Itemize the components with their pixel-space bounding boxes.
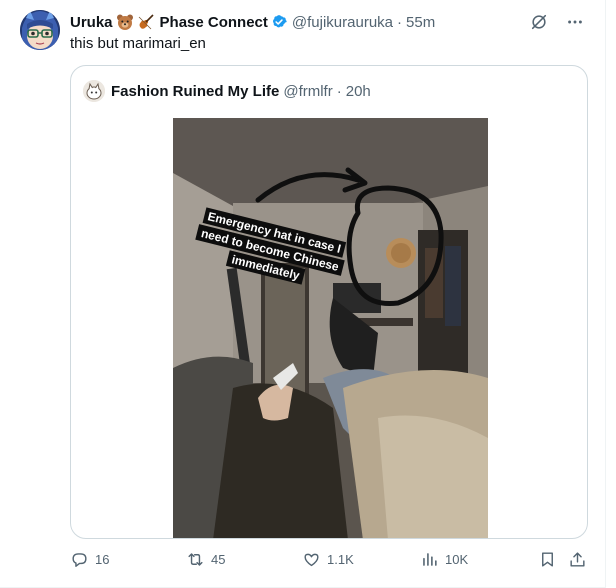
- quoted-avatar[interactable]: [83, 80, 105, 102]
- like-icon: [304, 553, 319, 567]
- grok-icon[interactable]: [527, 10, 551, 34]
- tweet-actions: 16 45 1.1K 10K: [70, 550, 590, 572]
- repost-count: 45: [211, 552, 226, 567]
- reply-count: 16: [95, 552, 110, 567]
- bookmark-button[interactable]: [538, 550, 557, 569]
- views-count: 10K: [445, 552, 469, 567]
- quoted-separator: ·: [336, 82, 342, 100]
- display-name[interactable]: Uruka: [70, 14, 113, 31]
- views-button[interactable]: 10K: [420, 550, 468, 569]
- bookmark-icon: [542, 552, 553, 567]
- tweet-header: Uruka Phase Connect @fujikurauruka · 55m: [70, 12, 435, 32]
- separator: ·: [397, 13, 403, 31]
- repost-icon: [188, 553, 203, 566]
- tweet[interactable]: Uruka Phase Connect @fujikurauruka · 55m…: [0, 0, 606, 588]
- tweet-text: this but marimari_en: [70, 35, 206, 52]
- reply-button[interactable]: 16: [70, 550, 109, 569]
- quoted-tweet[interactable]: Fashion Ruined My Life @frmlfr · 20h Eme…: [70, 65, 588, 539]
- repost-button[interactable]: 45: [186, 550, 225, 569]
- bear-emoji-icon: [116, 13, 134, 31]
- violin-emoji-icon: [137, 13, 155, 31]
- like-count: 1.1K: [327, 552, 354, 567]
- tweet-top-actions: [527, 10, 587, 34]
- affiliation-name[interactable]: Phase Connect: [160, 14, 268, 31]
- share-button[interactable]: [568, 550, 587, 569]
- quoted-tweet-header: Fashion Ruined My Life @frmlfr · 20h: [83, 80, 371, 102]
- verified-badge-icon: [270, 13, 288, 31]
- timestamp[interactable]: 55m: [406, 14, 435, 31]
- more-icon[interactable]: [563, 10, 587, 34]
- like-button[interactable]: 1.1K: [302, 550, 354, 569]
- handle[interactable]: @fujikurauruka: [292, 14, 393, 31]
- bedroom-photo: [173, 118, 488, 538]
- views-icon: [423, 553, 437, 566]
- quoted-handle[interactable]: @frmlfr: [283, 83, 332, 100]
- share-icon: [570, 552, 585, 567]
- quoted-display-name[interactable]: Fashion Ruined My Life: [111, 83, 279, 100]
- quoted-media-image[interactable]: Emergency hat in case I need to become C…: [173, 118, 488, 538]
- quoted-timestamp[interactable]: 20h: [346, 83, 371, 100]
- reply-icon: [72, 553, 87, 567]
- avatar[interactable]: [20, 10, 60, 50]
